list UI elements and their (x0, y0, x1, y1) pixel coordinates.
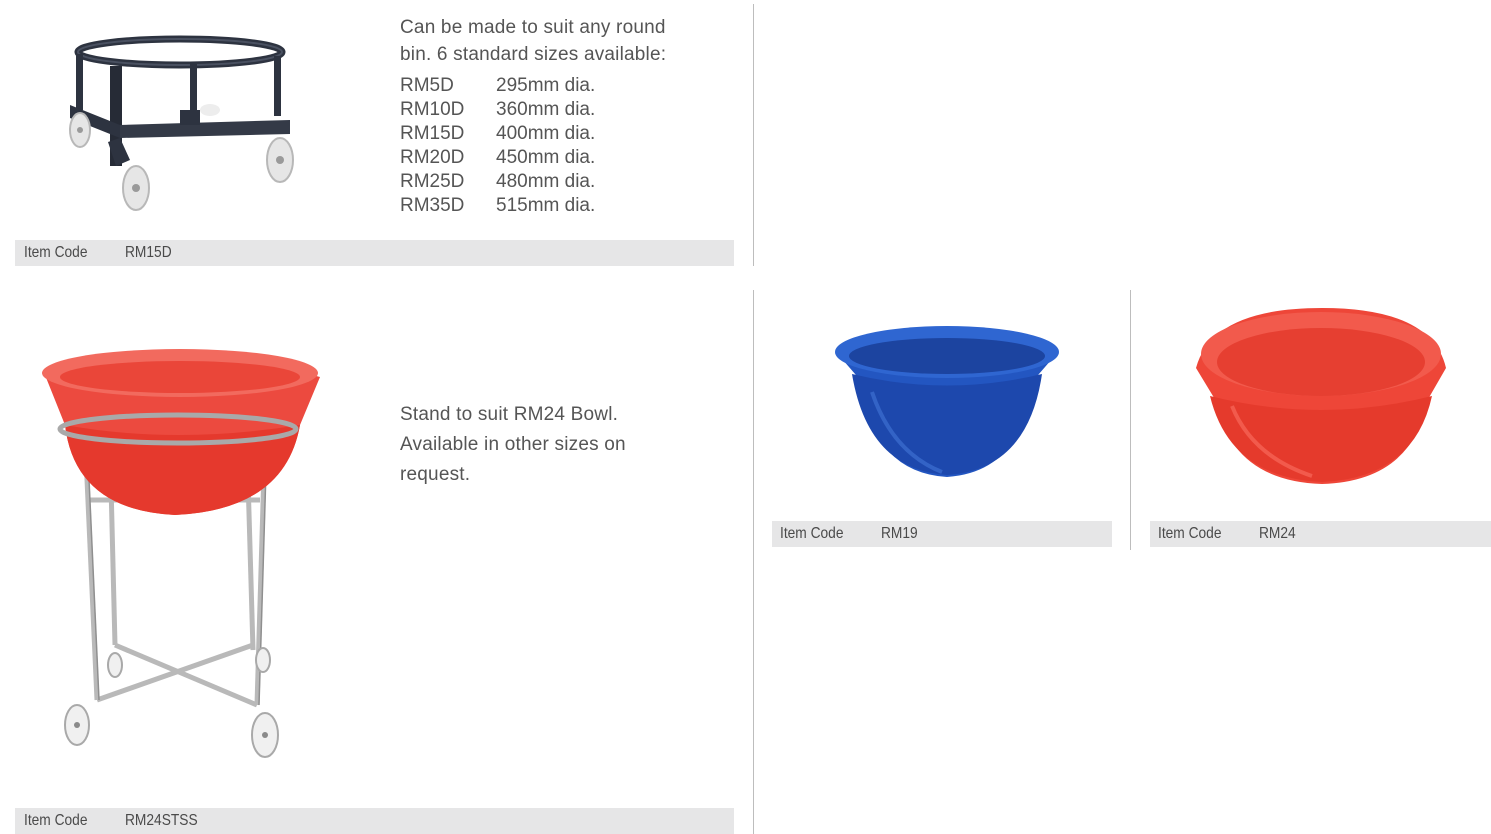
bowl-stand-image (42, 349, 320, 758)
item-code-value: RM15D (125, 244, 172, 261)
size-row: RM35D 515mm dia. (400, 194, 595, 218)
size-row: RM20D 450mm dia. (400, 146, 595, 170)
size-row: RM5D 295mm dia. (400, 74, 595, 98)
size-dia: 400mm dia. (496, 123, 596, 144)
red-bowl-image (1196, 308, 1446, 484)
description-line: request. (400, 464, 471, 485)
item-code-label: Item Code (780, 525, 844, 542)
size-row: RM25D 480mm dia. (400, 170, 595, 194)
item-code-label: Item Code (24, 812, 88, 829)
size-code: RM35D (400, 195, 465, 216)
size-code: RM25D (400, 171, 465, 192)
item-code-label: Item Code (1158, 525, 1222, 542)
item-code-bar: Item Code RM15D (15, 240, 734, 266)
size-code: RM15D (400, 123, 465, 144)
size-code: RM20D (400, 147, 465, 168)
size-row: RM10D 360mm dia. (400, 98, 595, 122)
divider-top (753, 4, 754, 266)
size-row: RM15D 400mm dia. (400, 122, 595, 146)
size-code: RM5D (400, 75, 454, 96)
size-dia: 295mm dia. (496, 75, 596, 96)
item-code-value: RM19 (881, 525, 918, 542)
size-dia: 515mm dia. (496, 195, 596, 216)
divider-middle (753, 290, 754, 834)
description-line: Stand to suit RM24 Bowl. (400, 404, 619, 425)
size-dia: 360mm dia. (496, 99, 596, 120)
item-code-bar: Item Code RM19 (772, 521, 1112, 547)
dolly-image (69, 35, 294, 211)
stand-description: Stand to suit RM24 Bowl. Available in ot… (400, 400, 626, 490)
size-code: RM10D (400, 99, 465, 120)
item-code-value: RM24STSS (125, 812, 198, 829)
size-list: RM5D 295mm dia. RM10D 360mm dia. RM15D 400m… (400, 74, 595, 218)
item-code-bar: Item Code RM24 (1150, 521, 1491, 547)
item-code-value: RM24 (1259, 525, 1296, 542)
description-line: Available in other sizes on (400, 434, 626, 455)
blue-bowl-image (835, 326, 1059, 477)
size-dia: 480mm dia. (496, 171, 596, 192)
description-line: bin. 6 standard sizes available: (400, 44, 667, 65)
description-line: Can be made to suit any round (400, 17, 666, 38)
size-dia: 450mm dia. (496, 147, 596, 168)
divider-right (1130, 290, 1131, 550)
item-code-bar: Item Code RM24STSS (15, 808, 734, 834)
dolly-description: Can be made to suit any round bin. 6 sta… (400, 14, 666, 68)
item-code-label: Item Code (24, 244, 88, 261)
